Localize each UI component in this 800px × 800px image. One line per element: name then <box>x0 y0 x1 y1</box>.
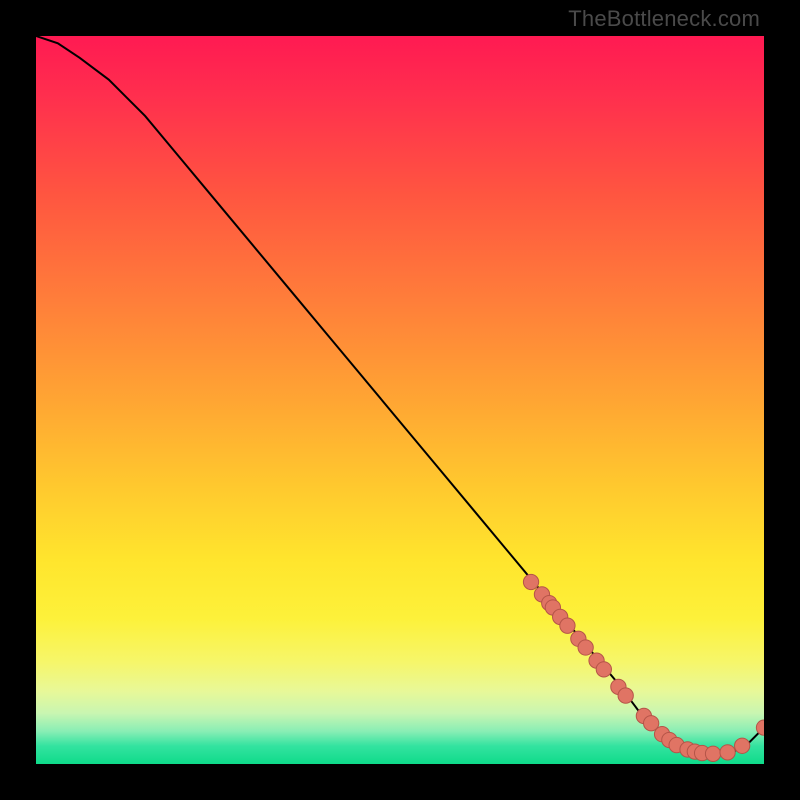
bottleneck-curve <box>36 36 764 754</box>
data-point <box>705 746 720 761</box>
chart-container: TheBottleneck.com <box>0 0 800 800</box>
data-point <box>735 738 750 753</box>
data-point <box>618 688 633 703</box>
plot-area <box>36 36 764 764</box>
data-point <box>720 745 735 760</box>
data-point <box>560 618 575 633</box>
data-point <box>596 662 611 677</box>
watermark-text: TheBottleneck.com <box>568 6 760 32</box>
chart-svg <box>36 36 764 764</box>
data-point <box>523 574 538 589</box>
data-point <box>578 640 593 655</box>
